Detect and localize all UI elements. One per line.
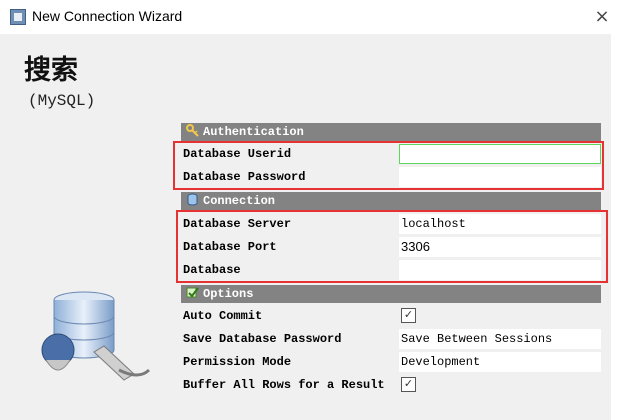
section-authentication-label: Authentication: [203, 125, 304, 139]
auto-commit-checkbox[interactable]: ✓: [401, 308, 416, 323]
key-icon: [186, 124, 199, 137]
section-options-label: Options: [203, 287, 254, 301]
database-connection-illustration: [41, 291, 151, 381]
window-edge: [611, 34, 626, 420]
highlight-box-authentication: [173, 141, 604, 190]
section-connection: Connection: [181, 192, 601, 210]
close-button[interactable]: ×: [588, 4, 616, 30]
section-authentication: Authentication: [181, 123, 601, 141]
permission-mode-label: Permission Mode: [183, 355, 292, 369]
field-permission-mode: Permission Mode Development: [181, 351, 601, 373]
page-subtitle: (MySQL): [28, 92, 96, 110]
buffer-rows-checkbox[interactable]: ✓: [401, 377, 416, 392]
section-options: Options: [181, 285, 601, 303]
section-connection-label: Connection: [203, 194, 276, 208]
field-buffer-rows: Buffer All Rows for a Result ✓: [181, 374, 601, 396]
app-icon: [10, 9, 26, 25]
checkmark-icon: [186, 287, 199, 298]
field-save-password: Save Database Password Save Between Sess…: [181, 328, 601, 350]
save-password-select[interactable]: Save Between Sessions: [399, 329, 601, 349]
field-auto-commit: Auto Commit ✓: [181, 305, 601, 327]
buffer-rows-label: Buffer All Rows for a Result: [183, 378, 385, 392]
page-title: 搜索: [24, 55, 78, 86]
save-password-label: Save Database Password: [183, 332, 342, 346]
title-bar: New Connection Wizard ×: [0, 0, 626, 34]
auto-commit-label: Auto Commit: [183, 309, 263, 323]
database-icon: [187, 193, 198, 206]
window-title: New Connection Wizard: [32, 8, 183, 24]
highlight-box-connection: [176, 210, 608, 283]
permission-mode-select[interactable]: Development: [399, 352, 601, 372]
